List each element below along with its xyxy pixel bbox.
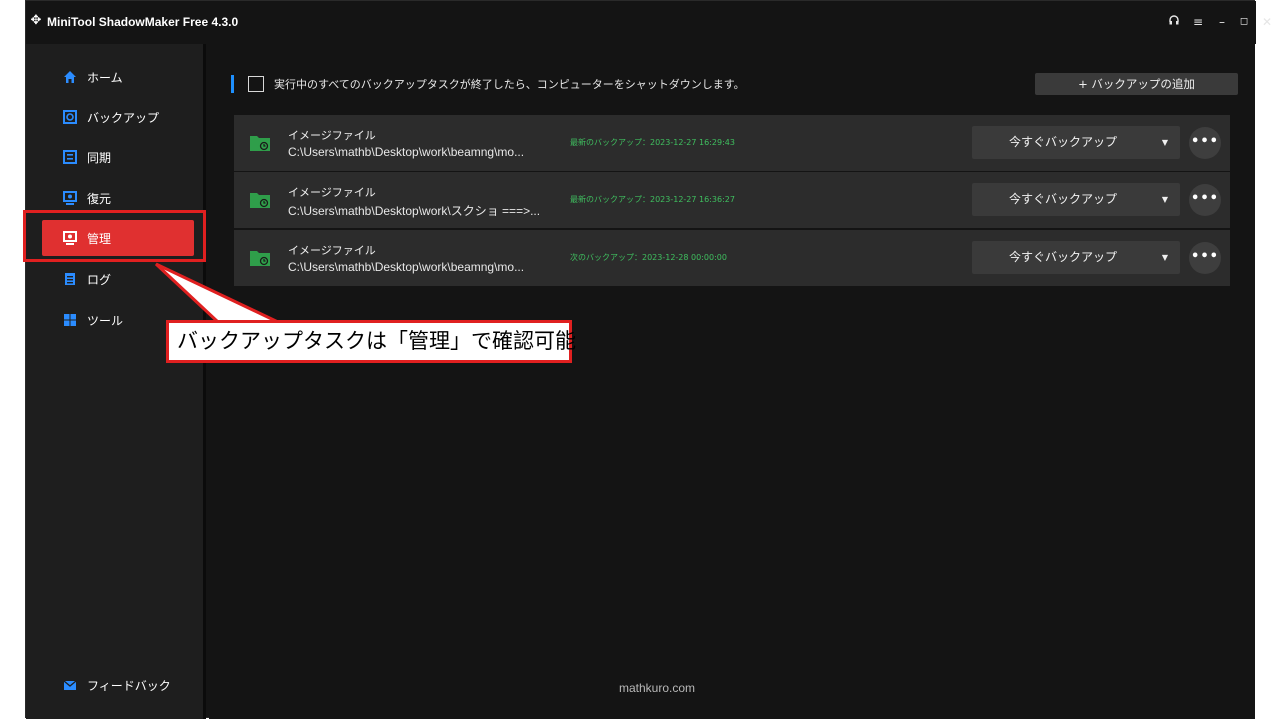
app-logo-icon: ✥	[30, 13, 42, 28]
title-bar: ✥ MiniTool ShadowMaker Free 4.3.0 ≡ – ◻ …	[26, 1, 1272, 44]
sidebar-item-sync[interactable]: 同期	[42, 139, 194, 175]
backup-now-label: 今すぐバックアップ	[1008, 135, 1117, 149]
feedback-label: フィードバック	[87, 678, 171, 693]
app-title: MiniTool ShadowMaker Free 4.3.0	[47, 15, 239, 29]
sync-icon	[63, 150, 77, 164]
more-options-icon[interactable]: •••	[1189, 184, 1221, 216]
restore-icon	[63, 191, 77, 205]
shutdown-label: 実行中のすべてのバックアップタスクが終了したら、コンピューターをシャットダウンし…	[274, 78, 745, 91]
home-icon	[63, 70, 77, 84]
more-options-icon[interactable]: •••	[1189, 242, 1221, 274]
task-row[interactable]: イメージファイル C:\Users\mathb\Desktop\work\bea…	[234, 230, 1230, 286]
more-options-icon[interactable]: •••	[1189, 127, 1221, 159]
minimize-icon[interactable]: –	[1212, 12, 1232, 32]
backup-now-button[interactable]: 今すぐバックアップ ▼	[972, 183, 1180, 216]
sidebar-item-label: 復元	[87, 191, 112, 206]
main-panel: 実行中のすべてのバックアップタスクが終了したら、コンピューターをシャットダウンし…	[209, 44, 1255, 719]
log-icon	[63, 272, 77, 286]
tools-icon	[63, 313, 77, 327]
task-path: C:\Users\mathb\Desktop\work\beamng\mo...	[288, 260, 525, 274]
close-icon[interactable]: ✕	[1257, 12, 1277, 32]
task-path: C:\Users\mathb\Desktop\work\スクショ ===>...	[288, 204, 541, 218]
headset-icon[interactable]	[1164, 12, 1184, 32]
sidebar: ホーム バックアップ 同期 復元 管理 ログ ツール フィードバック	[26, 44, 206, 719]
task-name: イメージファイル	[288, 129, 376, 142]
sidebar-item-log[interactable]: ログ	[42, 261, 194, 297]
image-file-icon	[249, 191, 271, 209]
task-row[interactable]: イメージファイル C:\Users\mathb\Desktop\work\スクシ…	[234, 172, 1230, 228]
backup-now-label: 今すぐバックアップ	[1008, 250, 1117, 264]
caret-down-icon[interactable]: ▼	[1162, 126, 1168, 159]
menu-icon[interactable]: ≡	[1188, 12, 1208, 32]
shutdown-option: 実行中のすべてのバックアップタスクが終了したら、コンピューターをシャットダウンし…	[231, 73, 745, 95]
sidebar-item-label: ホーム	[87, 70, 123, 85]
shutdown-checkbox[interactable]	[248, 76, 264, 92]
backup-icon	[63, 110, 77, 124]
sidebar-item-label: ツール	[87, 313, 124, 328]
accent-bar	[231, 75, 234, 93]
mail-icon	[63, 678, 77, 692]
sidebar-item-label: 同期	[87, 150, 112, 165]
maximize-icon[interactable]: ◻	[1234, 12, 1254, 32]
sidebar-item-backup[interactable]: バックアップ	[42, 99, 194, 135]
feedback-link[interactable]: フィードバック	[42, 667, 194, 703]
sidebar-item-label: ログ	[87, 272, 112, 287]
task-name: イメージファイル	[288, 244, 376, 257]
backup-now-label: 今すぐバックアップ	[1008, 192, 1117, 206]
sidebar-item-label: バックアップ	[87, 110, 160, 125]
sidebar-item-home[interactable]: ホーム	[42, 59, 194, 95]
task-status: 最新のバックアップ：2023-12-27 16:36:27	[570, 195, 735, 204]
add-backup-button[interactable]: + バックアップの追加	[1035, 73, 1238, 95]
task-status: 最新のバックアップ：2023-12-27 16:29:43	[570, 138, 735, 147]
watermark: mathkuro.com	[619, 681, 696, 695]
task-path: C:\Users\mathb\Desktop\work\beamng\mo...	[288, 145, 525, 159]
image-file-icon	[249, 134, 271, 152]
task-name: イメージファイル	[288, 186, 376, 199]
caret-down-icon[interactable]: ▼	[1162, 241, 1168, 274]
callout-highlight-frame	[23, 210, 206, 262]
backup-now-button[interactable]: 今すぐバックアップ ▼	[972, 241, 1180, 274]
task-status: 次のバックアップ：2023-12-28 00:00:00	[570, 253, 727, 262]
image-file-icon	[249, 249, 271, 267]
callout-note: バックアップタスクは「管理」で確認可能	[166, 320, 576, 363]
caret-down-icon[interactable]: ▼	[1162, 183, 1168, 216]
backup-now-button[interactable]: 今すぐバックアップ ▼	[972, 126, 1180, 159]
task-row[interactable]: イメージファイル C:\Users\mathb\Desktop\work\bea…	[234, 115, 1230, 171]
